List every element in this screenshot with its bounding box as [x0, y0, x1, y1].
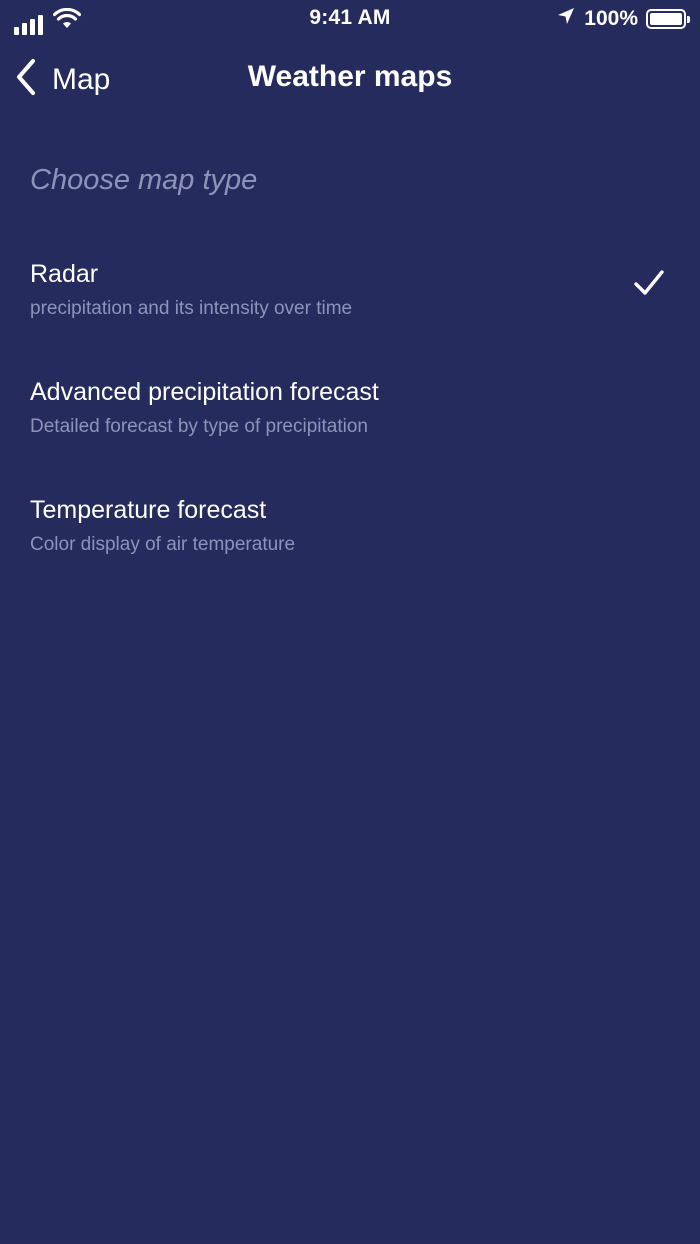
option-temperature-forecast[interactable]: Temperature forecast Color display of ai…	[0, 496, 700, 596]
battery-icon	[646, 8, 690, 29]
option-title: Advanced precipitation forecast	[30, 378, 379, 406]
option-title: Temperature forecast	[30, 496, 267, 524]
option-advanced-precipitation-forecast[interactable]: Advanced precipitation forecast Detailed…	[0, 378, 700, 478]
navigation-bar: Map Weather maps	[0, 48, 700, 110]
location-arrow-icon	[556, 6, 576, 31]
battery-percent: 100%	[584, 6, 638, 30]
option-subtitle: Detailed forecast by type of precipitati…	[30, 416, 368, 437]
section-header: Choose map type	[30, 164, 258, 196]
status-right: 100%	[556, 6, 690, 31]
option-radar[interactable]: Radar precipitation and its intensity ov…	[0, 260, 700, 360]
option-subtitle: Color display of air temperature	[30, 534, 296, 555]
option-subtitle: precipitation and its intensity over tim…	[30, 298, 353, 319]
battery-fill	[650, 12, 682, 25]
weather-maps-screen: 9:41 AM 100% Map Weather maps Choose map…	[0, 0, 700, 1244]
page-title: Weather maps	[247, 60, 453, 93]
status-bar: 9:41 AM 100%	[0, 0, 700, 40]
option-title: Radar	[30, 260, 99, 288]
checkmark-icon	[634, 270, 664, 301]
